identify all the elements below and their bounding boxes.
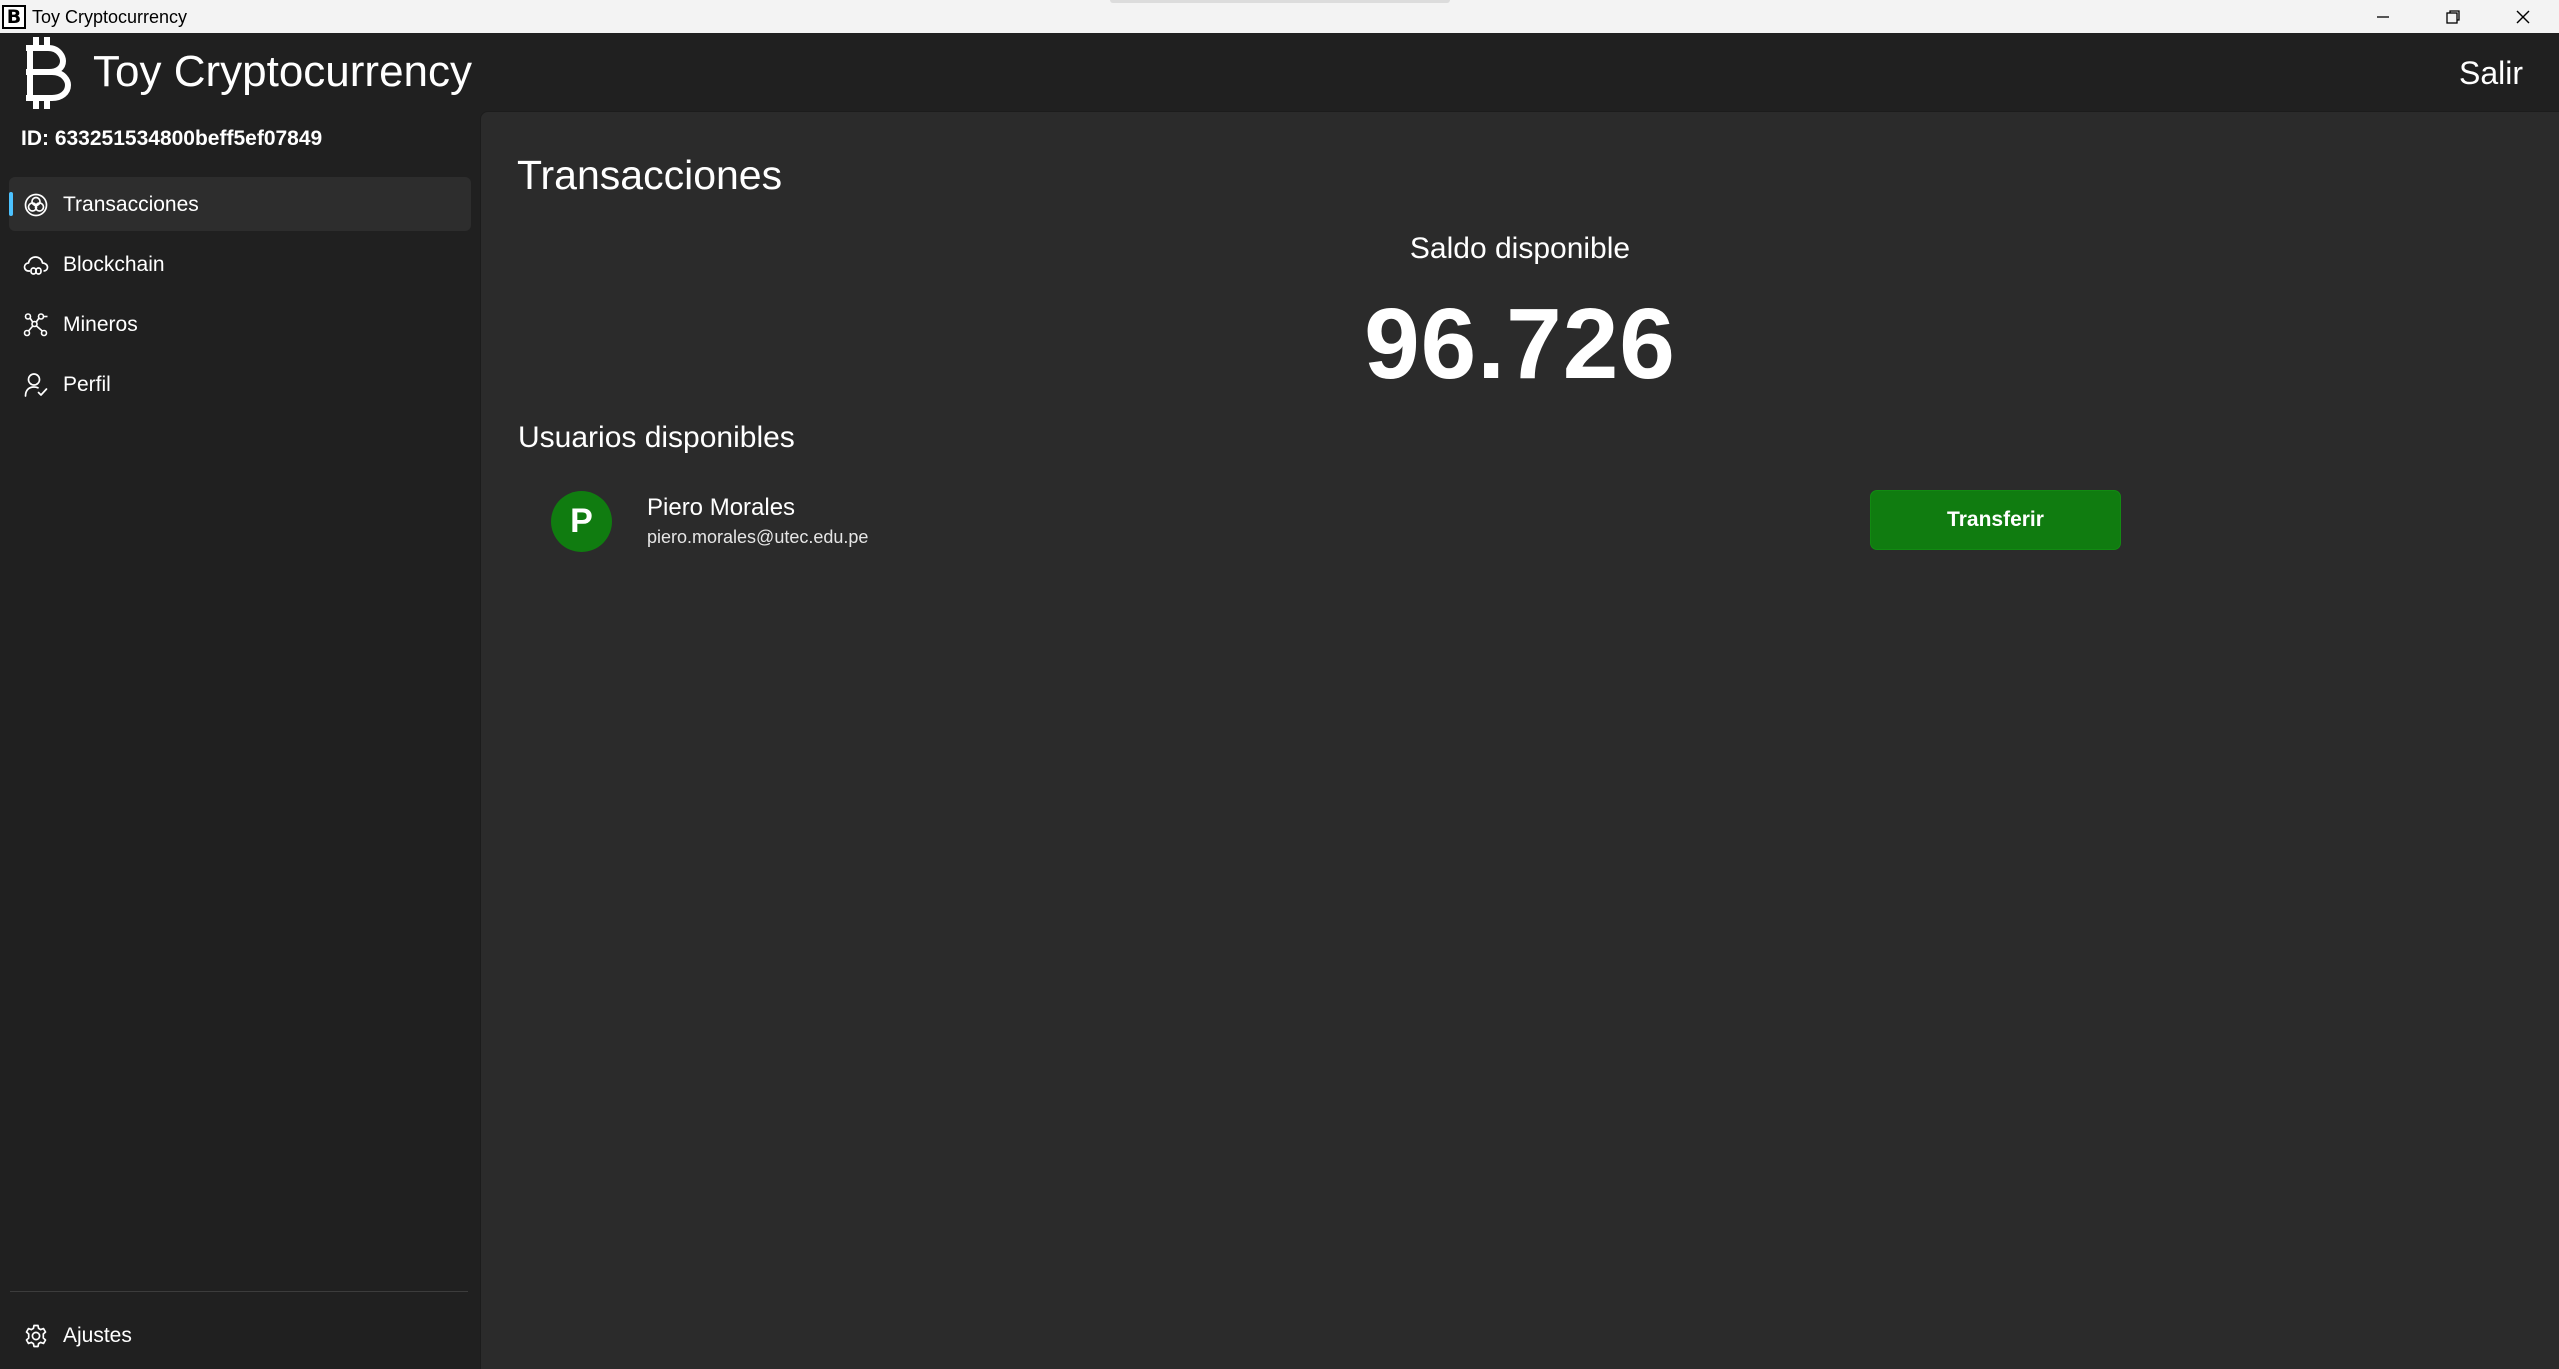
minimize-icon xyxy=(2377,15,2389,18)
restore-icon xyxy=(2446,9,2460,24)
window-title: Toy Cryptocurrency xyxy=(32,7,188,27)
close-icon xyxy=(2516,10,2530,23)
sidebar-item-label: Ajustes xyxy=(63,1324,132,1347)
sidebar-item-label: Transacciones xyxy=(63,193,199,216)
sidebar-item-label: Perfil xyxy=(63,373,111,396)
user-name: Piero Morales xyxy=(647,494,796,521)
user-email: piero.morales@utec.edu.pe xyxy=(647,527,869,547)
app-brand-title: Toy Cryptocurrency xyxy=(93,47,473,96)
sidebar-item-label: Blockchain xyxy=(63,253,165,276)
balance-value: 96.726 xyxy=(1364,288,1676,400)
active-indicator xyxy=(9,192,13,216)
users-heading: Usuarios disponibles xyxy=(518,421,795,454)
sidebar-navigation: ID: 633251534800beff5ef07849 Transaccion… xyxy=(0,111,480,1369)
transactions-icon xyxy=(24,193,48,217)
sidebar-divider xyxy=(10,1291,468,1292)
cloud-link-icon xyxy=(23,256,49,275)
sidebar-item-label: Mineros xyxy=(63,313,138,336)
user-id-label: ID: 633251534800beff5ef07849 xyxy=(21,127,323,150)
title-bar-highlight xyxy=(1110,0,1450,3)
page-title: Transacciones xyxy=(517,152,783,198)
os-title-bar: B Toy Cryptocurrency xyxy=(0,0,2559,33)
network-icon xyxy=(23,313,48,337)
sidebar-item-ajustes[interactable]: Ajustes xyxy=(9,1308,471,1362)
sidebar-item-mineros[interactable]: Mineros xyxy=(9,297,471,351)
main-content: Transacciones Saldo disponible 96.726 Us… xyxy=(480,111,2559,1369)
sidebar-item-blockchain[interactable]: Blockchain xyxy=(9,237,471,291)
logout-button[interactable]: Salir xyxy=(2459,55,2523,92)
minimize-button[interactable] xyxy=(2348,0,2418,33)
app-header: Toy Cryptocurrency Salir xyxy=(0,33,2559,111)
bitcoin-icon xyxy=(26,37,72,109)
sidebar-item-perfil[interactable]: Perfil xyxy=(9,357,471,411)
user-check-icon xyxy=(24,373,48,397)
app-bitcoin-icon: B xyxy=(2,5,26,29)
avatar: P xyxy=(551,491,612,552)
close-button[interactable] xyxy=(2488,0,2558,33)
user-list-item: P Piero Morales piero.morales@utec.edu.p… xyxy=(551,486,2521,556)
gear-icon xyxy=(25,1324,47,1348)
sidebar-item-transacciones[interactable]: Transacciones xyxy=(9,177,471,231)
transfer-button[interactable]: Transferir xyxy=(1870,490,2121,550)
balance-label: Saldo disponible xyxy=(1409,232,1631,265)
restore-button[interactable] xyxy=(2418,0,2488,33)
